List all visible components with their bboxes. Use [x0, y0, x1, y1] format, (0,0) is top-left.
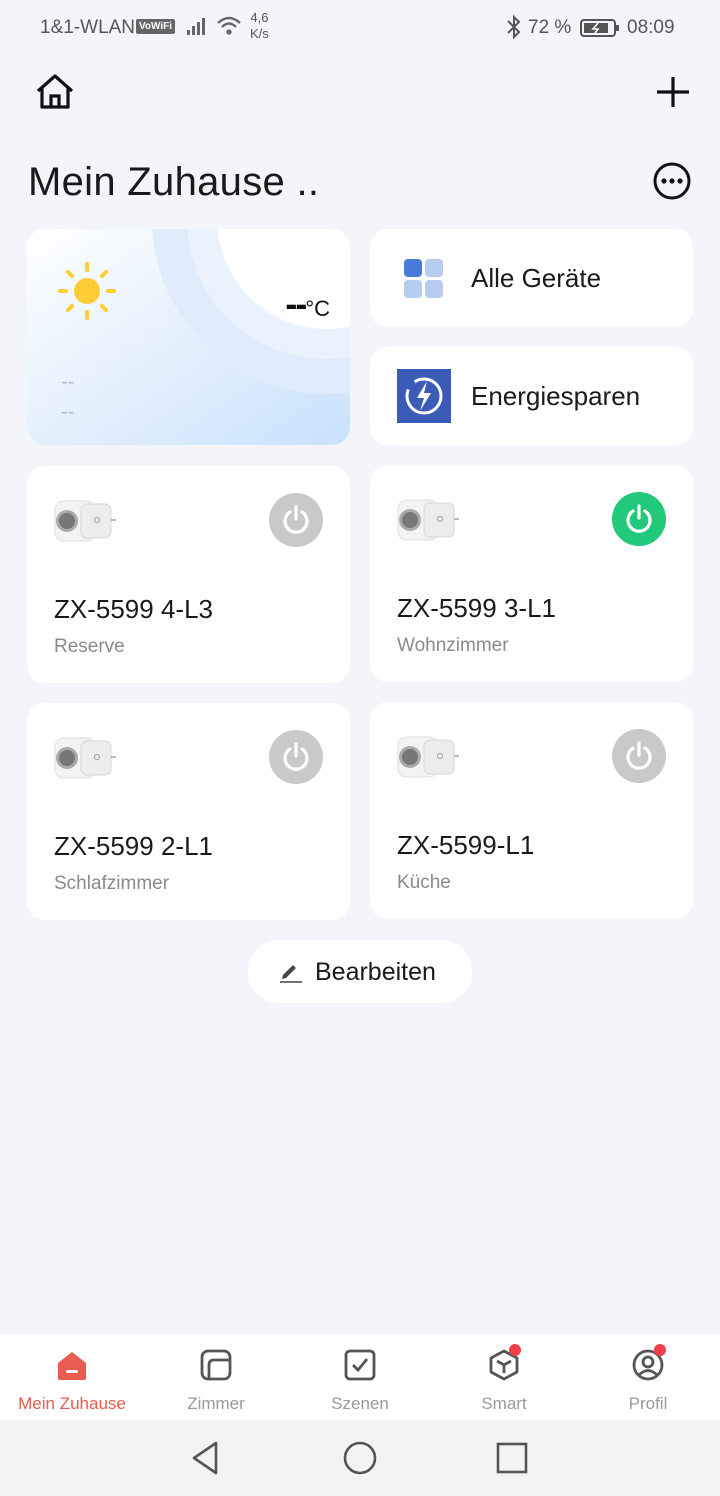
net-speed: 4,6 K/s	[250, 10, 269, 42]
tab-home[interactable]: Mein Zuhause	[0, 1334, 144, 1420]
device-name: ZX-5599 2-L1	[54, 831, 213, 861]
tab-rooms-label: Zimmer	[187, 1394, 245, 1413]
back-icon[interactable]	[186, 1438, 226, 1478]
power-toggle[interactable]	[269, 730, 323, 784]
device-card[interactable]: ZX-5599-L1 Küche	[370, 702, 693, 919]
tab-rooms[interactable]: Zimmer	[144, 1334, 288, 1420]
device-room: Reserve	[54, 636, 125, 657]
battery-percent: 72 %	[528, 17, 572, 38]
wifi-icon	[217, 16, 241, 35]
home-nav-icon[interactable]	[340, 1438, 380, 1478]
energy-saving-tile[interactable]: Energiesparen	[370, 347, 693, 445]
checkbox-icon	[344, 1349, 376, 1381]
vowifi-badge: VoWiFi	[136, 19, 176, 34]
weather-card[interactable]: --°C -- --	[27, 229, 350, 445]
smart-badge	[509, 1344, 521, 1356]
tab-profile[interactable]: Profil	[576, 1334, 720, 1420]
weather-detail-1: --	[61, 371, 75, 393]
grid-icon	[404, 259, 443, 298]
device-room: Küche	[397, 872, 451, 893]
edit-button[interactable]: Bearbeiten	[248, 940, 472, 1003]
tab-smart-label: Smart	[481, 1394, 527, 1413]
more-button[interactable]	[652, 161, 692, 201]
power-toggle[interactable]	[269, 493, 323, 547]
system-nav-bar	[0, 1420, 720, 1496]
temperature-unit: °C	[305, 296, 330, 321]
pencil-icon	[280, 965, 302, 983]
energy-saving-label: Energiesparen	[471, 381, 641, 411]
page-title[interactable]: Mein Zuhause ..	[28, 160, 319, 205]
power-toggle[interactable]	[612, 729, 666, 783]
carrier-label: 1&1-WLAN	[40, 17, 136, 38]
bluetooth-icon	[507, 14, 521, 40]
all-devices-label: Alle Geräte	[471, 263, 602, 293]
plus-icon	[657, 77, 689, 107]
signal-icon	[187, 18, 205, 35]
bottom-tab-bar: Mein Zuhause Zimmer Szenen Smart Profil	[0, 1334, 720, 1420]
device-name: ZX-5599-L1	[397, 830, 535, 860]
tab-scenes[interactable]: Szenen	[288, 1334, 432, 1420]
net-speed-unit: K/s	[250, 26, 269, 41]
sun-icon	[58, 262, 116, 320]
battery-icon	[580, 19, 619, 37]
home-button[interactable]	[34, 72, 76, 112]
clock: 08:09	[627, 17, 675, 38]
recents-icon[interactable]	[492, 1438, 532, 1478]
power-icon	[626, 741, 652, 770]
net-speed-value: 4,6	[250, 10, 269, 25]
power-toggle[interactable]	[612, 492, 666, 546]
device-card[interactable]: ZX-5599 3-L1 Wohnzimmer	[370, 465, 693, 682]
energy-icon	[397, 369, 451, 423]
profile-badge	[654, 1344, 666, 1356]
add-button[interactable]	[652, 72, 694, 112]
edit-button-label: Bearbeiten	[315, 958, 436, 986]
room-icon	[200, 1349, 232, 1381]
device-room: Schlafzimmer	[54, 873, 170, 894]
device-name: ZX-5599 3-L1	[397, 593, 556, 623]
home-tab-icon	[58, 1352, 86, 1380]
smart-plug-icon	[54, 737, 116, 779]
device-name: ZX-5599 4-L3	[54, 594, 213, 624]
home-icon	[36, 74, 74, 109]
smart-plug-icon	[397, 499, 459, 541]
power-icon	[283, 742, 309, 771]
tab-profile-label: Profil	[628, 1394, 668, 1413]
smart-plug-icon	[54, 500, 116, 542]
power-icon	[283, 505, 309, 534]
smart-plug-icon	[397, 736, 459, 778]
all-devices-tile[interactable]: Alle Geräte	[370, 229, 693, 327]
tab-scenes-label: Szenen	[331, 1394, 389, 1413]
weather-detail-2: --	[61, 401, 75, 423]
temperature-value: --	[285, 283, 307, 324]
temperature: --°C	[285, 283, 330, 325]
status-bar: 1&1-WLAN VoWiFi 4,6 K/s 72 % 08:09	[0, 0, 720, 56]
more-icon	[653, 162, 691, 200]
device-room: Wohnzimmer	[397, 635, 509, 656]
tab-smart[interactable]: Smart	[432, 1334, 576, 1420]
device-card[interactable]: ZX-5599 4-L3 Reserve	[27, 466, 350, 683]
power-icon	[626, 504, 652, 533]
device-card[interactable]: ZX-5599 2-L1 Schlafzimmer	[27, 703, 350, 920]
tab-home-label: Mein Zuhause	[18, 1394, 126, 1413]
